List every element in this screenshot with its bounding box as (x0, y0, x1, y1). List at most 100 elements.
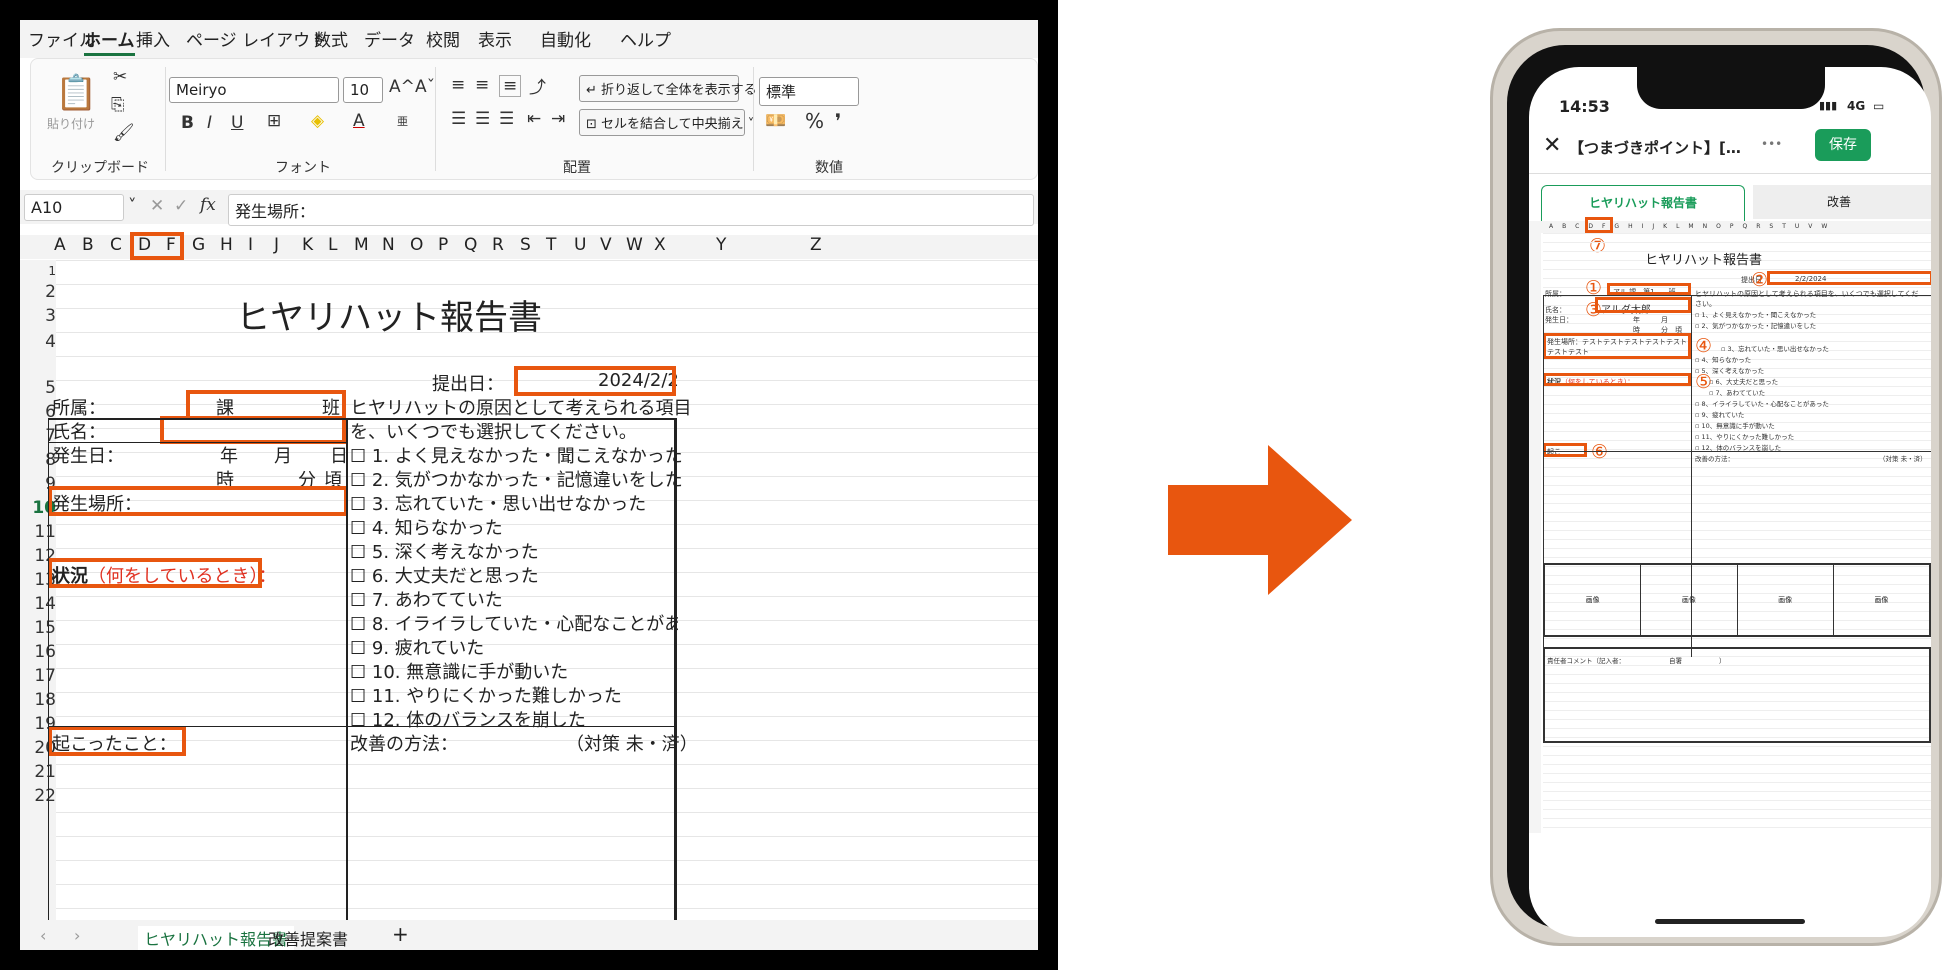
checkbox-icon[interactable]: ☐ (350, 614, 366, 635)
image-placeholder[interactable]: 画像 (1834, 565, 1929, 635)
col-header[interactable]: X (654, 235, 666, 255)
insert-function-icon[interactable]: fx (200, 195, 216, 215)
currency-icon[interactable]: 💴 (765, 111, 786, 131)
tab-active-sheet[interactable]: ヒヤリハット報告書 (1541, 185, 1745, 221)
row-header[interactable]: 11 (20, 522, 56, 542)
row-header[interactable]: 21 (20, 762, 56, 782)
mini-check-item[interactable]: ▫ 1、よく見えなかった・聞こえなかった (1695, 309, 1816, 319)
col-header[interactable]: J (274, 235, 279, 255)
mini-check-item[interactable]: ▫ 10、無意識に手が動いた (1695, 420, 1775, 430)
align-center-icon[interactable]: ☰ (475, 109, 490, 129)
checklist-item[interactable]: ☐ 3. 忘れていた・思い出せなかった (350, 490, 646, 516)
borders-icon[interactable]: ⊞ (267, 111, 281, 131)
col-header[interactable]: S (520, 235, 531, 255)
decrease-indent-icon[interactable]: ⇤ (527, 109, 541, 129)
col-header[interactable]: R (492, 235, 504, 255)
checklist-item[interactable]: ☐ 4. 知らなかった (350, 514, 503, 540)
add-sheet-button[interactable]: + (392, 922, 409, 946)
col-header[interactable]: M (354, 235, 369, 255)
decrease-font-icon[interactable]: Aˇ (415, 77, 435, 97)
merge-center-button[interactable]: ⊡ セルを結合して中央揃え ˅ (579, 109, 754, 136)
row-header[interactable]: 5 (20, 378, 56, 398)
checkbox-icon[interactable]: ☐ (350, 662, 366, 683)
enter-icon[interactable]: ✓ (174, 196, 188, 216)
col-header[interactable]: I (248, 235, 253, 255)
align-left-icon[interactable]: ☰ (451, 109, 466, 129)
checkbox-icon[interactable]: ☐ (350, 566, 366, 587)
font-size-select[interactable]: 10 (343, 77, 383, 103)
percent-button[interactable]: % (805, 109, 824, 133)
col-header[interactable]: W (626, 235, 643, 255)
checkbox-icon[interactable]: ☐ (350, 590, 366, 611)
row-header[interactable]: 4 (20, 332, 56, 352)
checklist-item[interactable]: ☐ 9. 疲れていた (350, 634, 484, 660)
checklist-item[interactable]: ☐ 5. 深く考えなかった (350, 538, 539, 564)
checkbox-icon[interactable]: ☐ (350, 542, 366, 563)
checklist-item[interactable]: ☐ 2. 気がつかなかった・記憶違いをした (350, 466, 683, 492)
col-header[interactable]: V (600, 235, 612, 255)
formula-input[interactable]: 発生場所： (228, 194, 1034, 226)
image-placeholder[interactable]: 画像 (1738, 565, 1834, 635)
col-header[interactable]: O (410, 235, 423, 255)
furigana-icon[interactable]: 亜 (397, 113, 408, 129)
italic-button[interactable]: I (207, 113, 212, 133)
mini-check-item[interactable]: ▫ 4、知らなかった (1695, 354, 1751, 364)
bold-button[interactable]: B (181, 113, 194, 133)
row-header[interactable]: 14 (20, 594, 56, 614)
row-header[interactable]: 3 (20, 306, 56, 326)
paste-icon[interactable]: 📋 (55, 73, 97, 113)
align-middle-icon[interactable]: ≡ (475, 75, 489, 95)
next-sheet-icon[interactable]: › (74, 926, 80, 945)
menu-formulas[interactable]: 数式 (314, 26, 348, 51)
row-header[interactable]: 17 (20, 666, 56, 686)
col-header[interactable]: H (220, 235, 233, 255)
checkbox-icon[interactable]: ☐ (350, 494, 366, 515)
col-header[interactable]: C (110, 235, 122, 255)
more-icon[interactable]: ••• (1761, 137, 1782, 151)
col-header[interactable]: L (328, 235, 337, 255)
col-header[interactable]: K (302, 235, 313, 255)
menu-home[interactable]: ホーム (84, 26, 135, 56)
cancel-icon[interactable]: ✕ (150, 196, 164, 216)
row-header[interactable]: 1 (20, 264, 56, 278)
save-button[interactable]: 保存 (1815, 129, 1871, 161)
checklist-item[interactable]: ☐ 10. 無意識に手が動いた (350, 658, 568, 684)
mini-check-item[interactable]: ▫ 3、忘れていた・思い出せなかった (1721, 343, 1829, 353)
row-header[interactable]: 2 (20, 282, 56, 302)
checklist-item[interactable]: ☐ 7. あわてていた (350, 586, 503, 612)
mini-check-item[interactable]: ▫ 6、大丈夫だと思った (1709, 376, 1778, 386)
cut-icon[interactable]: ✂ (113, 67, 127, 87)
row-header[interactable]: 16 (20, 642, 56, 662)
col-header[interactable]: U (574, 235, 586, 255)
checkbox-icon[interactable]: ☐ (350, 686, 366, 707)
menu-page-layout[interactable]: ページ レイアウト (186, 26, 327, 51)
copy-icon[interactable]: ⎘ (111, 95, 125, 115)
prev-sheet-icon[interactable]: ‹ (40, 926, 46, 945)
col-header[interactable]: G (192, 235, 205, 255)
col-header[interactable]: B (82, 235, 94, 255)
mini-check-item[interactable]: ▫ 9、疲れていた (1695, 409, 1744, 419)
worksheet-grid[interactable] (56, 260, 1038, 920)
checklist-item[interactable]: ☐ 8. イライラしていた・心配なことがあった (350, 610, 678, 636)
mini-check-item[interactable]: ▫ 8、イライラしていた・心配なことがあった (1695, 398, 1829, 408)
menu-review[interactable]: 校閲 (426, 26, 460, 51)
row-header[interactable]: 22 (20, 786, 56, 806)
checkbox-icon[interactable]: ☐ (350, 638, 366, 659)
menu-insert[interactable]: 挿入 (136, 26, 170, 51)
font-name-select[interactable]: Meiryo (169, 77, 339, 103)
col-header[interactable]: Y (716, 235, 726, 255)
align-top-icon[interactable]: ≡ (451, 75, 465, 95)
checklist-item[interactable]: ☐ 12. 体のバランスを崩した (350, 706, 586, 732)
image-placeholder[interactable]: 画像 (1641, 565, 1738, 635)
col-header[interactable]: Q (464, 235, 477, 255)
col-header[interactable]: T (546, 235, 556, 255)
name-box-dropdown-icon[interactable]: ˅ (128, 196, 137, 216)
sheet-tab[interactable]: 改善提案書 (268, 926, 348, 950)
mini-check-item[interactable]: ▫ 7、あわてていた (1709, 387, 1765, 397)
wrap-text-button[interactable]: ↵ 折り返して全体を表示する (579, 75, 757, 102)
col-header[interactable]: N (382, 235, 395, 255)
name-box[interactable]: A10 (24, 194, 124, 221)
checkbox-icon[interactable]: ☐ (350, 446, 366, 467)
checklist-item[interactable]: ☐ 6. 大丈夫だと思った (350, 562, 539, 588)
col-header[interactable]: Z (810, 235, 822, 255)
